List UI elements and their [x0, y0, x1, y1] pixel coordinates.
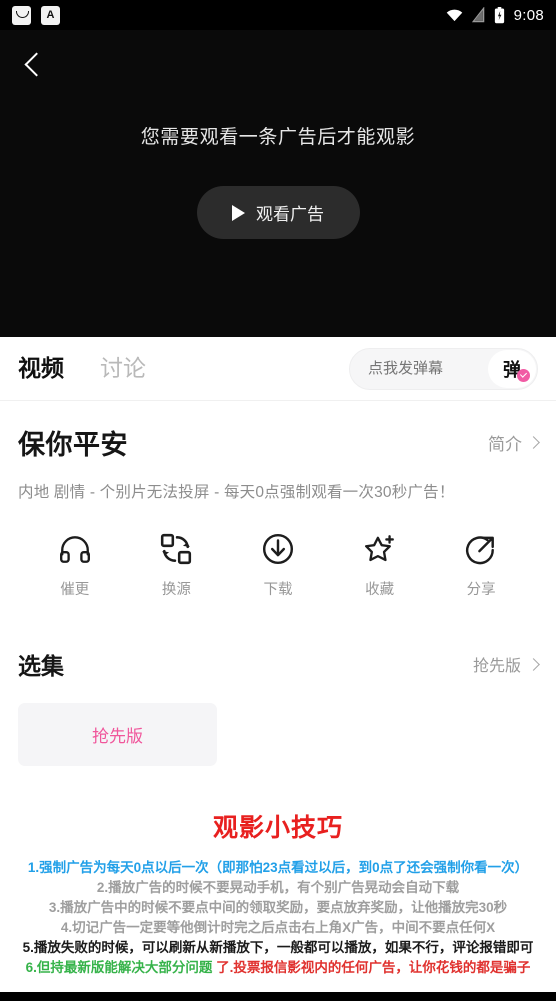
content-tabs: 视频 讨论 弹	[0, 337, 556, 401]
danmaku-input[interactable]	[350, 348, 487, 389]
action-change-source[interactable]: 换源	[126, 532, 228, 599]
tips-title: 观影小技巧	[212, 814, 343, 842]
clock-time: 9:08	[513, 6, 544, 24]
signal-icon	[471, 7, 484, 23]
ad-gate-panel: 您需要观看一条广告后才能观影 观看广告	[0, 122, 556, 239]
watch-ad-button-label: 观看广告	[256, 205, 324, 224]
tip-red-segment: 了.投票报信影视内的任何广告，让你花钱的都是骗子	[216, 960, 531, 975]
download-circle-icon	[262, 533, 294, 565]
ad-required-message: 您需要观看一条广告后才能观影	[140, 127, 416, 148]
status-bar: A 9:08	[0, 0, 556, 30]
action-label: 换源	[161, 582, 191, 598]
tip-line: 5.播放失败的时候，可以刷新从新播放下，一般都可以播放，如果不行，评论报错即可	[22, 940, 534, 955]
intro-link[interactable]: 简介	[488, 430, 540, 455]
tip-line: 3.播放广告中的时候不要点中间的领取奖励，要点放弃奖励，让他播放完30秒	[48, 900, 508, 915]
action-label: 收藏	[365, 582, 395, 598]
battery-charging-icon	[494, 6, 504, 23]
action-favorite[interactable]: 收藏	[329, 532, 431, 599]
watch-ad-button[interactable]: 观看广告	[196, 186, 360, 239]
viewing-tips-section: 观影小技巧 1.强制广告为每天0点以后一次（即那怕23点看过以后，到0点了还会强…	[0, 808, 556, 978]
episodes-header: 选集 抢先版	[0, 647, 556, 681]
tip-line: 1.强制广告为每天0点以后一次（即那怕23点看过以后，到0点了还会强制你看一次）	[27, 860, 529, 875]
episodes-more-link[interactable]: 抢先版	[472, 652, 540, 676]
intro-link-label: 简介	[488, 435, 522, 454]
play-triangle-icon	[232, 204, 245, 221]
swap-source-icon	[161, 533, 192, 565]
system-nav-strip	[0, 992, 556, 1001]
action-label: 分享	[466, 582, 496, 598]
action-label: 催更	[60, 582, 90, 598]
back-button[interactable]	[14, 42, 58, 86]
movie-info-block: 保你平安 简介 内地 剧情 - 个别片无法投屏 - 每天0点强制观看一次30秒广…	[0, 401, 556, 599]
headphones-icon	[59, 536, 90, 563]
tab-discussion[interactable]: 讨论	[100, 357, 146, 380]
episodes-more-label: 抢先版	[472, 658, 521, 675]
tip-green-segment: 6.但持最新版能解决大部分问题	[25, 960, 213, 975]
danmaku-toggle-button[interactable]: 弹	[488, 349, 536, 388]
back-chevron-icon	[23, 51, 49, 77]
episode-list: 抢先版	[0, 681, 556, 766]
status-bar-system-icons: 9:08	[446, 6, 544, 24]
video-player-area[interactable]: 您需要观看一条广告后才能观影 观看广告	[0, 30, 556, 337]
action-download[interactable]: 下载	[227, 532, 329, 599]
wifi-icon	[446, 9, 462, 21]
action-row: 催更 换源 下载 收藏 分享	[18, 532, 538, 599]
status-bar-notifications: A	[12, 5, 60, 25]
danmaku-bar: 弹	[349, 347, 538, 390]
smile-app-icon	[12, 5, 31, 25]
action-request-update[interactable]: 催更	[24, 532, 126, 599]
action-label: 下载	[263, 582, 293, 598]
movie-title-row: 保你平安 简介	[18, 423, 540, 462]
tip-line: 2.播放广告的时候不要晃动手机，有个别广告晃动会自动下载	[96, 880, 460, 895]
tip-line-partial: 6.但持最新版能解决大部分问题 了.投票报信影视内的任何广告，让你花钱的都是骗子	[0, 958, 556, 978]
page-title: 保你平安	[18, 430, 128, 460]
letter-a-app-icon: A	[41, 5, 60, 25]
tips-lines: 1.强制广告为每天0点以后一次（即那怕23点看过以后，到0点了还会强制你看一次）…	[0, 858, 556, 978]
star-plus-icon	[364, 535, 394, 562]
share-circle-arrow-icon	[466, 536, 495, 565]
tab-video[interactable]: 视频	[18, 357, 64, 380]
app-screen: A 9:08 您需要观看一条广告后才能观影 观看广告 视频 讨论 点我发弹幕 弹…	[0, 0, 556, 1001]
episode-chip[interactable]: 抢先版	[18, 703, 217, 766]
chevron-right-icon	[527, 657, 540, 671]
action-share[interactable]: 分享	[430, 532, 532, 599]
episodes-title: 选集	[18, 653, 64, 679]
chevron-right-icon	[527, 436, 540, 449]
check-badge-icon	[517, 368, 530, 382]
movie-subtitle: 内地 剧情 - 个别片无法投屏 - 每天0点强制观看一次30秒广告！	[18, 484, 455, 501]
tip-line: 4.切记广告一定要等他倒计时完之后点击右上角X广告，中间不要点任何X	[60, 920, 496, 935]
